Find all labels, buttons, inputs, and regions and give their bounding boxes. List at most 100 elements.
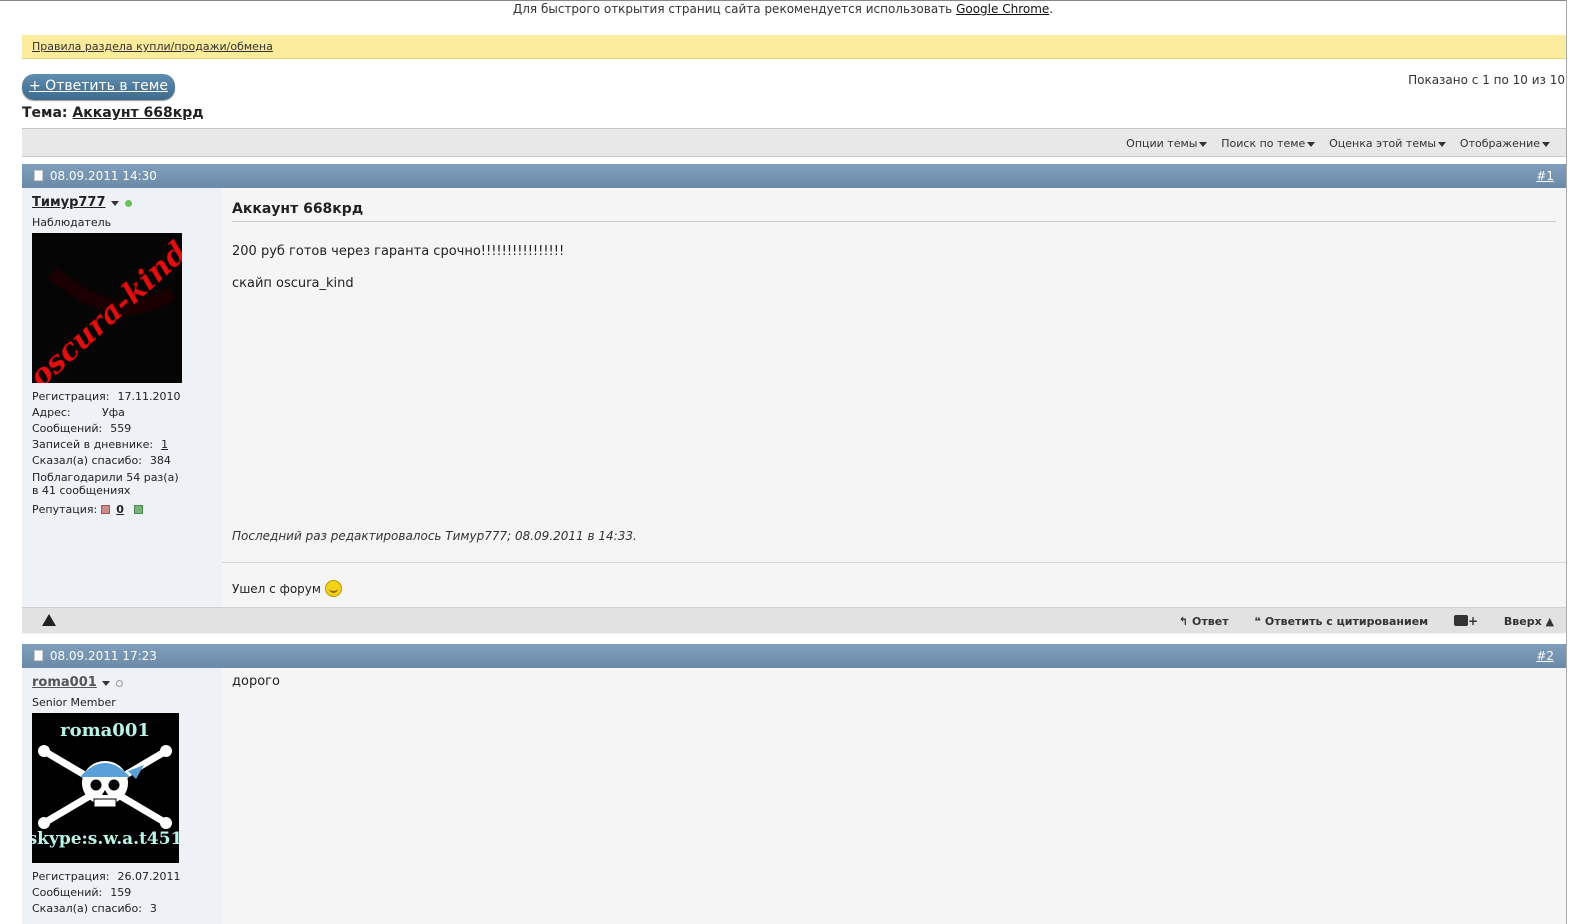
arrow-up-icon: ▲: [1545, 615, 1554, 628]
search-thread-label: Поиск по теме: [1221, 137, 1306, 150]
chevron-down-icon: [1199, 141, 1208, 147]
rules-banner: Правила раздела купли/продажи/обмена: [22, 35, 1566, 59]
stat-row: Регистрация: 26.07.2011: [32, 869, 212, 885]
stat-label: Сказал(а) спасибо:: [32, 454, 142, 467]
post-document-icon: [34, 650, 43, 661]
rate-thread-menu[interactable]: Оценка этой темы: [1329, 129, 1447, 158]
reply-arrow-icon: ↰: [1178, 615, 1189, 628]
signature-text: Ушел с форум: [232, 582, 321, 596]
reputation-minus-icon[interactable]: [101, 505, 111, 514]
stat-label: Сообщений:: [32, 886, 103, 899]
reputation-row: Репутация: 0: [32, 503, 212, 516]
quote-reply-label: Ответить с цитированием: [1264, 615, 1429, 628]
stat-label: Записей в дневнике:: [32, 438, 154, 451]
message-line-1: 200 руб готов через гаранта срочно!!!!!!…: [232, 244, 565, 259]
post-message: 200 руб готов через гаранта срочно!!!!!!…: [232, 228, 1556, 308]
go-top-button[interactable]: Вверх ▲: [1504, 609, 1554, 635]
notice-prefix: Для быстрого открытия страниц сайта реко…: [512, 2, 957, 16]
post-actions: ↰ Ответ ❝ Ответить с цитированием + Вверх …: [1157, 608, 1554, 635]
stat-row: Записей в дневнике: 1: [32, 437, 212, 453]
stat-row: Сообщений: 159: [32, 885, 212, 901]
diary-entries-link[interactable]: 1: [161, 438, 168, 451]
chevron-down-icon: [1307, 141, 1316, 147]
stat-label: Адрес:: [32, 406, 71, 419]
multi-quote-icon: [1454, 615, 1468, 626]
stat-row: Сообщений: 559: [32, 421, 212, 437]
stat-value: 3: [149, 902, 157, 915]
user-menu-chevron-icon[interactable]: [110, 200, 119, 206]
chevron-down-icon: [1542, 141, 1550, 147]
display-mode-label: Отображение: [1459, 137, 1540, 150]
message-line-2: скайп oscura_kind: [232, 276, 354, 291]
post-number-link[interactable]: #1: [1536, 164, 1554, 188]
offline-status-icon: [115, 679, 123, 687]
thread-options-menu[interactable]: Опции темы: [1126, 129, 1208, 158]
stat-label: Регистрация:: [32, 390, 110, 403]
stat-label: Регистрация:: [32, 870, 110, 883]
quote-reply-button[interactable]: ❝ Ответить с цитированием: [1254, 609, 1428, 635]
post-date: 08.09.2011 14:30: [49, 169, 157, 183]
reputation-plus-icon[interactable]: [133, 505, 143, 514]
user-stats: Регистрация: 26.07.2011 Сообщений: 159 Ска…: [32, 869, 212, 917]
thread-options-label: Опции темы: [1126, 137, 1198, 150]
pagination-info: Показано с 1 по 10 из 10: [1408, 73, 1565, 87]
edited-note: Последний раз редактировалось Тимур777; …: [232, 529, 637, 543]
signature-divider: [222, 562, 1566, 563]
post-header: 08.09.2011 14:30 #1: [22, 164, 1566, 188]
post-2: 08.09.2011 17:23 #2 roma001 Senior Membe…: [22, 644, 1566, 924]
search-thread-menu[interactable]: Поиск по теме: [1221, 129, 1316, 158]
stat-row: Регистрация: 17.11.2010: [32, 389, 212, 405]
thread-label: Тема:: [22, 105, 68, 121]
display-mode-menu[interactable]: Отображение: [1460, 129, 1550, 158]
right-border: [1566, 0, 1567, 924]
stat-value: Уфа: [102, 406, 125, 419]
reply-button[interactable]: ↰ Ответ: [1179, 609, 1229, 635]
browser-notice: Для быстрого открытия страниц сайта реко…: [0, 2, 1566, 16]
stat-value: 384: [149, 454, 171, 467]
post-body: Аккаунт 668крд 200 руб готов через гаран…: [222, 188, 1566, 607]
online-status-icon: [124, 199, 132, 207]
post-number-link[interactable]: #2: [1536, 644, 1554, 668]
user-stats: Регистрация: 17.11.2010 Адрес: Уфа Сообщен…: [32, 389, 212, 497]
thread-title-link[interactable]: Аккаунт 668крд: [72, 105, 203, 121]
avatar[interactable]: roma001 skype:s.w.a.t451: [32, 713, 179, 863]
post-body: дорого: [222, 668, 1566, 924]
username-link[interactable]: Тимур777: [32, 195, 106, 210]
user-title: Наблюдатель: [32, 216, 112, 229]
reputation-label: Репутация:: [32, 503, 98, 516]
go-top-label: Вверх: [1503, 615, 1542, 628]
post-footer: ↰ Ответ ❝ Ответить с цитированием + Вверх …: [22, 607, 1566, 633]
rules-link[interactable]: Правила раздела купли/продажи/обмена: [32, 40, 273, 53]
stat-label: Сказал(а) спасибо:: [32, 902, 142, 915]
user-title: Senior Member: [32, 696, 116, 709]
post-date: 08.09.2011 17:23: [49, 649, 157, 663]
report-warning-icon[interactable]: [42, 614, 56, 626]
reply-to-thread-button[interactable]: + Ответить в теме: [22, 74, 175, 100]
post-title: Аккаунт 668крд: [232, 201, 1556, 222]
top-border: [0, 0, 1566, 1]
stat-value: 159: [110, 886, 132, 899]
thanked-line-2: в 41 сообщениях: [32, 484, 131, 497]
avatar-top-text: roma001: [60, 720, 150, 741]
post-header: 08.09.2011 17:23 #2: [22, 644, 1566, 668]
google-chrome-link[interactable]: Google Chrome: [956, 2, 1049, 16]
multi-quote-button[interactable]: +: [1454, 608, 1478, 635]
reputation-value[interactable]: 0: [116, 503, 124, 516]
stat-row: Сказал(а) спасибо: 384: [32, 453, 212, 469]
user-menu-chevron-icon[interactable]: [101, 680, 110, 686]
stat-row: Адрес: Уфа: [32, 405, 212, 421]
avatar[interactable]: oscura-kind: [32, 233, 182, 383]
username-link[interactable]: roma001: [32, 675, 97, 690]
post-message: дорого: [232, 674, 280, 689]
plus-icon: +: [1468, 614, 1479, 628]
post-1: 08.09.2011 14:30 #1 Тимур777 Наблюдатель…: [22, 164, 1566, 634]
notice-suffix: .: [1049, 2, 1054, 16]
reply-label: Ответ: [1192, 615, 1229, 628]
thread-title: Тема: Аккаунт 668крд: [22, 105, 204, 121]
stat-row: Сказал(а) спасибо: 3: [32, 901, 212, 917]
chevron-down-icon: [1438, 141, 1447, 147]
stat-value: 559: [110, 422, 132, 435]
rate-thread-label: Оценка этой темы: [1329, 137, 1437, 150]
post-document-icon: [34, 170, 43, 181]
stat-value: 17.11.2010: [117, 390, 181, 403]
